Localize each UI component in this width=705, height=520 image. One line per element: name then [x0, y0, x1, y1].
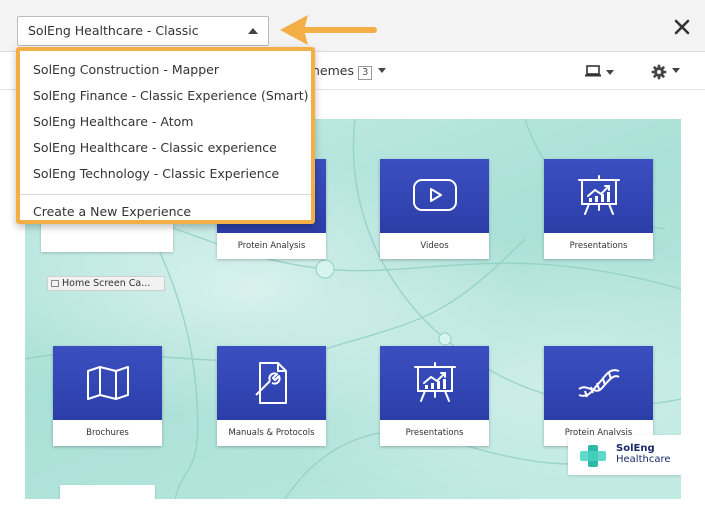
menu-item-soleng-construction-mapper[interactable]: SolEng Construction - Mapper	[20, 57, 311, 83]
presentation-icon	[577, 175, 620, 215]
tile-header	[544, 159, 653, 233]
dna-icon	[577, 369, 620, 398]
image-icon	[51, 280, 59, 287]
menu-item-soleng-finance-classic[interactable]: SolEng Finance - Classic Experience (Sma…	[20, 83, 311, 109]
tile-brochures[interactable]: Brochures	[53, 346, 162, 446]
tile-header	[217, 346, 326, 420]
experience-select[interactable]: SolEng Healthcare - Classic experience	[17, 16, 269, 66]
menu-item-soleng-technology-classic[interactable]: SolEng Technology - Classic Experience	[20, 161, 311, 187]
chevron-up-icon	[248, 28, 258, 34]
create-new-experience-item[interactable]: Create a New Experience	[20, 199, 311, 220]
tile-manuals-protocols[interactable]: Manuals & Protocols	[217, 346, 326, 446]
themes-count-badge: 3	[358, 66, 373, 80]
tile-protein-analysis-2[interactable]: Protein Analysis	[544, 346, 653, 446]
logo-line-1: SolEng	[616, 443, 655, 454]
document-wrench-icon	[254, 362, 287, 404]
map-icon	[86, 366, 129, 400]
themes-label: hemes	[312, 63, 354, 78]
mini-thumbnail[interactable]	[60, 485, 155, 499]
play-icon	[412, 179, 457, 211]
chevron-down-icon	[606, 70, 614, 75]
tile-header	[544, 346, 653, 420]
menu-item-soleng-healthcare-atom[interactable]: SolEng Healthcare - Atom	[20, 109, 311, 135]
tile-label: Manuals & Protocols	[228, 428, 315, 438]
chevron-down-icon	[378, 68, 387, 73]
home-screen-caption-chip[interactable]: Home Screen Ca...	[47, 276, 165, 291]
tile-presentations[interactable]: Presentations	[544, 159, 653, 259]
menu-item-soleng-healthcare-classic[interactable]: SolEng Healthcare - Classic experience	[20, 135, 311, 161]
annotation-arrow	[280, 15, 377, 45]
logo-mark-icon	[580, 445, 606, 467]
tile-label: Videos	[420, 241, 449, 251]
logo-line-2: Healthcare	[616, 454, 671, 465]
menu-divider	[20, 194, 311, 195]
presentation-icon	[413, 362, 456, 402]
tile-label: Presentations	[405, 428, 464, 438]
laptop-icon	[585, 65, 601, 77]
chevron-down-icon	[672, 68, 680, 73]
tile-presentations-2[interactable]: Presentations	[380, 346, 489, 446]
tile-header	[380, 159, 489, 233]
device-preview-button[interactable]	[584, 63, 618, 81]
gear-icon	[651, 64, 667, 80]
tile-header	[380, 346, 489, 420]
tile-label: Presentations	[569, 241, 628, 251]
tile-videos[interactable]: Videos	[380, 159, 489, 259]
caption-chip-label: Home Screen Ca...	[62, 278, 151, 289]
tile-label: Protein Analysis	[237, 241, 306, 251]
soleng-healthcare-logo: SolEng Healthcare	[568, 435, 681, 475]
tile-label: Brochures	[86, 428, 129, 438]
close-icon[interactable]	[673, 18, 691, 36]
themes-button[interactable]: hemes 3	[312, 63, 387, 80]
tile-header	[53, 346, 162, 420]
experience-dropdown-menu: SolEng Construction - Mapper SolEng Fina…	[16, 47, 315, 224]
settings-button[interactable]	[650, 61, 684, 81]
